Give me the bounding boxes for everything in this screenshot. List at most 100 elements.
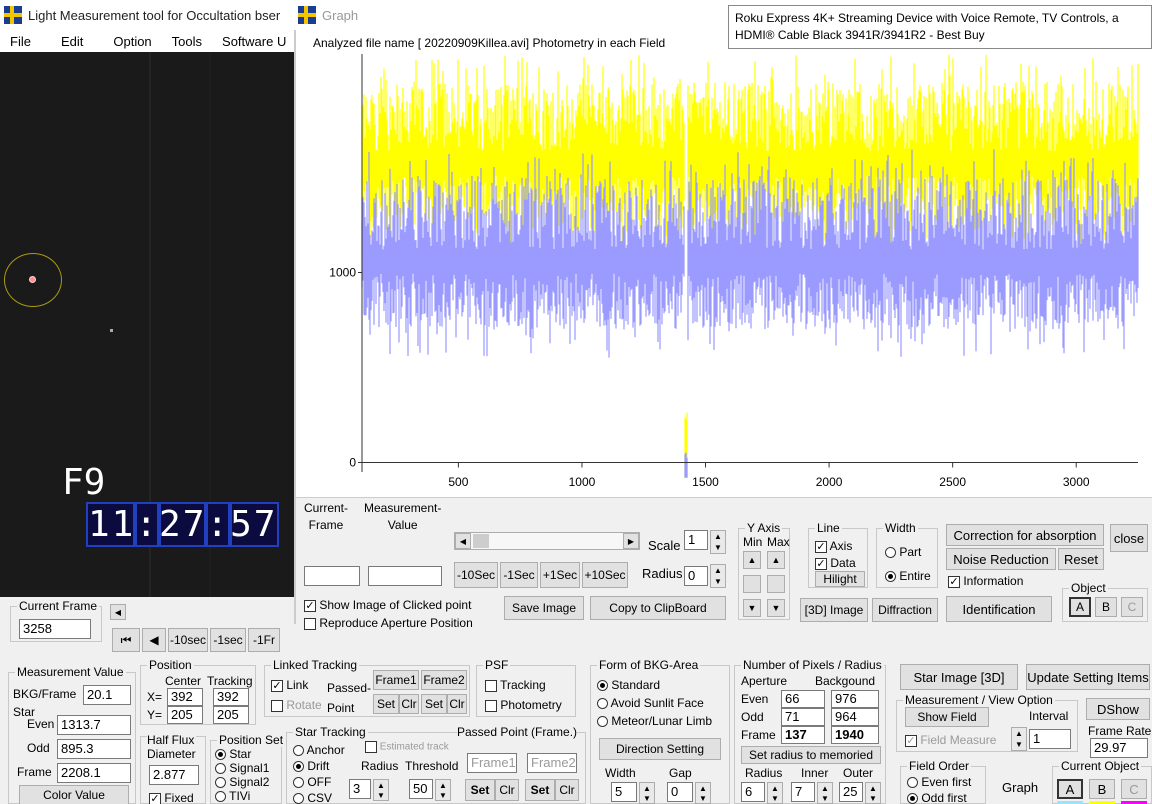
passed-clr1-button[interactable]: Clr — [495, 779, 519, 801]
bkg-avoid-radio[interactable] — [597, 698, 608, 710]
inner-value-field[interactable]: 7 — [791, 782, 815, 802]
current-frame-field[interactable]: 3258 — [19, 619, 91, 639]
object-c-button[interactable]: C — [1121, 779, 1147, 799]
prev-button[interactable]: ◀ — [142, 628, 166, 652]
show-image-checkbox[interactable] — [304, 599, 316, 612]
passed-clr2-button[interactable]: Clr — [555, 779, 579, 801]
save-image-button[interactable]: Save Image — [504, 596, 584, 620]
anchor-option[interactable]: Anchor — [293, 743, 345, 757]
graph-current-frame-field[interactable] — [304, 566, 360, 586]
position-set-star[interactable]: Star — [215, 747, 251, 761]
interval-field[interactable]: 1 — [1029, 729, 1071, 749]
line-data-option[interactable]: Data — [815, 556, 856, 570]
correction-absorption-button[interactable]: Correction for absorption — [946, 524, 1104, 546]
psf-tracking-option[interactable]: Tracking — [485, 678, 546, 692]
information-checkbox[interactable] — [948, 575, 960, 588]
width-entire-option[interactable]: Entire — [885, 569, 931, 583]
link-checkbox[interactable] — [271, 679, 283, 692]
menu-software[interactable]: Software U — [212, 34, 296, 49]
noise-reduction-button[interactable]: Noise Reduction — [946, 548, 1056, 570]
scale-spinner[interactable]: ▲ ▼ — [710, 530, 726, 554]
width-part-radio[interactable] — [885, 547, 896, 559]
graph-plus-10sec-button[interactable]: +10Sec — [582, 562, 628, 588]
width-field[interactable]: 5 — [611, 782, 637, 802]
off-radio[interactable] — [293, 777, 304, 789]
scrollbar-thumb[interactable] — [473, 534, 489, 548]
passed-set1-button[interactable]: Set — [465, 779, 495, 801]
copy-clipboard-button[interactable]: Copy to ClipBoard — [590, 596, 726, 620]
field-measure-option[interactable]: Field Measure — [905, 733, 996, 747]
image-3d-button[interactable]: [3D] Image — [800, 598, 868, 622]
radius-spinner[interactable]: ▲ ▼ — [373, 779, 389, 801]
estimated-track-option[interactable]: Estimated track — [365, 741, 449, 753]
direction-setting-button[interactable]: Direction Setting — [599, 738, 721, 760]
passed-set2-button[interactable]: Set — [525, 779, 555, 801]
link-option[interactable]: Link — [271, 678, 308, 692]
photometry-chart[interactable]: 500 1000 1500 2000 2500 3000 0 1000 — [296, 54, 1152, 497]
y-max-mid[interactable] — [767, 575, 785, 593]
even-first-option[interactable]: Even first — [907, 775, 971, 789]
frame1-button[interactable]: Frame1 — [373, 670, 419, 690]
rotate-checkbox[interactable] — [271, 699, 283, 712]
close-button[interactable]: close — [1110, 524, 1148, 552]
identification-button[interactable]: Identification — [946, 596, 1052, 622]
off-option[interactable]: OFF — [293, 775, 331, 789]
scale-field[interactable]: 1 — [684, 530, 708, 550]
threshold-field[interactable]: 50 — [409, 779, 433, 799]
object-b-button[interactable]: B — [1089, 779, 1115, 799]
rotate-option[interactable]: Rotate — [271, 698, 322, 712]
star-radio[interactable] — [215, 749, 226, 761]
y-min-down[interactable]: ▼ — [743, 599, 761, 617]
scrollbar-left-arrow[interactable]: ◀ — [455, 533, 471, 549]
show-field-button[interactable]: Show Field — [905, 707, 989, 727]
csv-option[interactable]: CSV — [293, 791, 332, 804]
signal1-radio[interactable] — [215, 763, 226, 775]
minus-1sec-button[interactable]: -1sec — [210, 628, 246, 652]
reset-button[interactable]: Reset — [1058, 548, 1104, 570]
dshow-button[interactable]: DShow — [1086, 698, 1150, 720]
radius-field[interactable]: 3 — [349, 779, 371, 799]
odd-first-option[interactable]: Odd first — [907, 791, 967, 804]
width-entire-radio[interactable] — [885, 571, 896, 583]
fixed-checkbox[interactable] — [149, 792, 161, 804]
outer-value-field[interactable]: 25 — [839, 782, 863, 802]
inner-value-spinner[interactable]: ▲ ▼ — [817, 782, 833, 804]
scroll-left-button[interactable]: ◀ — [110, 604, 126, 620]
bkg-meteor-radio[interactable] — [597, 716, 608, 728]
field-measure-checkbox[interactable] — [905, 734, 917, 747]
y-max-up[interactable]: ▲ — [767, 551, 785, 569]
psf-tracking-checkbox[interactable] — [485, 679, 497, 692]
outer-value-spinner[interactable]: ▲ ▼ — [865, 782, 881, 804]
estimated-track-checkbox[interactable] — [365, 741, 377, 753]
menu-option[interactable]: Option — [93, 34, 161, 49]
passed-frame2-field[interactable]: Frame2 — [527, 753, 577, 773]
csv-radio[interactable] — [293, 793, 304, 804]
star-image-3d-button[interactable]: Star Image [3D] — [900, 664, 1018, 690]
frame2-button[interactable]: Frame2 — [421, 670, 467, 690]
show-image-option[interactable]: Show Image of Clicked point — [304, 598, 471, 612]
drift-option[interactable]: Drift — [293, 759, 329, 773]
graph-object-b[interactable]: B — [1095, 597, 1117, 617]
bkg-avoid-option[interactable]: Avoid Sunlit Face — [597, 696, 704, 710]
scrollbar-right-arrow[interactable]: ▶ — [623, 533, 639, 549]
object-a-button[interactable]: A — [1057, 779, 1083, 799]
graph-radius-spinner[interactable]: ▲ ▼ — [710, 564, 726, 588]
bkg-meteor-option[interactable]: Meteor/Lunar Limb — [597, 714, 712, 728]
passed-frame1-field[interactable]: Frame1 — [467, 753, 517, 773]
threshold-spinner[interactable]: ▲ ▼ — [435, 779, 451, 801]
graph-plus-1sec-button[interactable]: +1Sec — [540, 562, 580, 588]
bkg-standard-radio[interactable] — [597, 680, 608, 692]
hilight-button[interactable]: Hilight — [815, 571, 865, 587]
fixed-option[interactable]: Fixed — [149, 791, 194, 804]
photometry-plot[interactable]: 500 1000 1500 2000 2500 3000 0 1000 — [296, 54, 1152, 497]
radius-value-spinner[interactable]: ▲ ▼ — [767, 782, 783, 804]
drift-radio[interactable] — [293, 761, 304, 773]
minus-1fr-button[interactable]: -1Fr — [248, 628, 280, 652]
graph-minus-1sec-button[interactable]: -1Sec — [500, 562, 538, 588]
clr1-button[interactable]: Clr — [399, 694, 419, 714]
line-data-checkbox[interactable] — [815, 557, 827, 570]
set-radius-memoried-button[interactable]: Set radius to memoried — [741, 746, 881, 764]
menu-edit[interactable]: Edit — [41, 34, 93, 49]
graph-measurement-value-field[interactable] — [368, 566, 442, 586]
position-set-signal2[interactable]: Signal2 — [215, 775, 269, 789]
